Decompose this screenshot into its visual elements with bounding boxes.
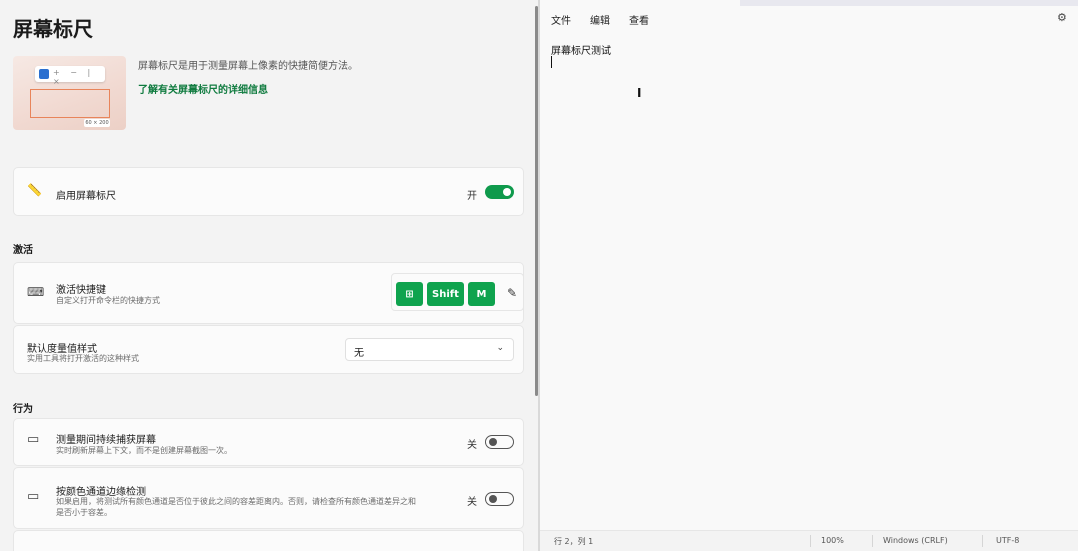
default-style-subtitle: 实用工具将打开激活的这种样式 bbox=[27, 354, 139, 363]
status-line-ending: Windows (CRLF) bbox=[883, 536, 948, 545]
continuous-capture-state: 关 bbox=[467, 440, 477, 451]
activation-shortcut-card: ⌨ 激活快捷键 自定义打开命令栏的快捷方式 ⊞ Shift M ✎ bbox=[13, 262, 524, 324]
menu-file[interactable]: 文件 bbox=[551, 12, 571, 27]
default-style-dropdown[interactable]: 无 ⌄ bbox=[345, 338, 514, 361]
continuous-capture-toggle[interactable] bbox=[485, 435, 514, 449]
screen-ruler-settings-pane: 屏幕标尺 + − | × 60 × 200 屏幕标尺是用于测量屏幕上像素的快捷简… bbox=[0, 0, 538, 551]
default-style-card: 默认度量值样式 实用工具将打开激活的这种样式 无 ⌄ bbox=[13, 325, 524, 374]
text-caret bbox=[551, 56, 552, 68]
ruler-icon: 📏 bbox=[27, 183, 42, 197]
per-channel-detection-card: ▭ 按颜色通道边缘检测 如果启用，将测试所有颜色通道是否位于彼此之间的容差距离内… bbox=[13, 467, 524, 529]
per-channel-detection-subtitle-2: 是否小于容差。 bbox=[56, 508, 112, 517]
keyboard-shortcut-icon: ⌨ bbox=[27, 285, 45, 299]
m-key: M bbox=[468, 282, 495, 306]
status-zoom: 100% bbox=[821, 536, 844, 545]
continuous-capture-title: 测量期间持续捕获屏幕 bbox=[56, 435, 156, 446]
activation-shortcut-title: 激活快捷键 bbox=[56, 285, 106, 296]
chevron-down-icon: ⌄ bbox=[496, 343, 504, 353]
continuous-capture-card: ▭ 测量期间持续捕获屏幕 实时刷新屏幕上下文，而不是创建屏幕截图一次。 关 bbox=[13, 418, 524, 466]
per-channel-detection-toggle[interactable] bbox=[485, 492, 514, 506]
enable-ruler-toggle[interactable] bbox=[485, 185, 514, 199]
edit-shortcut-icon[interactable]: ✎ bbox=[507, 286, 517, 300]
ibeam-cursor-icon: I bbox=[637, 86, 642, 100]
notepad-window: 文件 编辑 查看 ⚙ 屏幕标尺测试 I 行 2，列 1 100% Windows… bbox=[540, 0, 1078, 551]
hero-toolbar-illustration: + − | × bbox=[35, 66, 105, 86]
status-position: 行 2，列 1 bbox=[554, 537, 594, 546]
hero-measure-rect bbox=[30, 89, 110, 118]
shift-key: Shift bbox=[427, 282, 464, 306]
shortcut-keys[interactable]: ⊞ Shift M ✎ bbox=[391, 273, 524, 311]
notepad-tab[interactable] bbox=[540, 0, 740, 6]
enable-ruler-card: 📏 启用屏幕标尺 开 bbox=[13, 167, 524, 216]
activation-shortcut-subtitle: 自定义打开命令栏的快捷方式 bbox=[56, 296, 160, 305]
continuous-capture-subtitle: 实时刷新屏幕上下文，而不是创建屏幕截图一次。 bbox=[56, 446, 232, 455]
screen-outline-icon: ▭ bbox=[27, 432, 40, 447]
per-channel-detection-subtitle-1: 如果启用，将测试所有颜色通道是否位于彼此之间的容差距离内。否则，请检查所有颜色通… bbox=[56, 497, 416, 506]
enable-ruler-state: 开 bbox=[467, 191, 477, 202]
learn-more-link[interactable]: 了解有关屏幕标尺的详细信息 bbox=[138, 81, 268, 96]
behavior-section-title: 行为 bbox=[13, 404, 33, 415]
next-setting-card bbox=[13, 530, 524, 551]
windows-key-icon: ⊞ bbox=[396, 282, 423, 306]
hero-illustration: + − | × 60 × 200 bbox=[13, 56, 126, 130]
default-style-value: 无 bbox=[354, 348, 364, 359]
page-title: 屏幕标尺 bbox=[13, 17, 93, 41]
editor-text[interactable]: 屏幕标尺测试 bbox=[551, 42, 611, 57]
menu-view[interactable]: 查看 bbox=[629, 12, 649, 27]
screen-outline-icon: ▭ bbox=[27, 489, 40, 504]
enable-ruler-label: 启用屏幕标尺 bbox=[56, 191, 116, 202]
activation-section-title: 激活 bbox=[13, 245, 33, 256]
menu-edit[interactable]: 编辑 bbox=[590, 12, 610, 27]
per-channel-detection-state: 关 bbox=[467, 497, 477, 508]
gear-icon[interactable]: ⚙ bbox=[1057, 11, 1067, 24]
hero-badge: 60 × 200 bbox=[84, 119, 110, 127]
hero-description: 屏幕标尺是用于测量屏幕上像素的快捷简便方法。 bbox=[138, 61, 358, 72]
status-bar: 行 2，列 1 100% Windows (CRLF) UTF-8 bbox=[540, 530, 1078, 551]
status-encoding: UTF-8 bbox=[996, 536, 1020, 545]
